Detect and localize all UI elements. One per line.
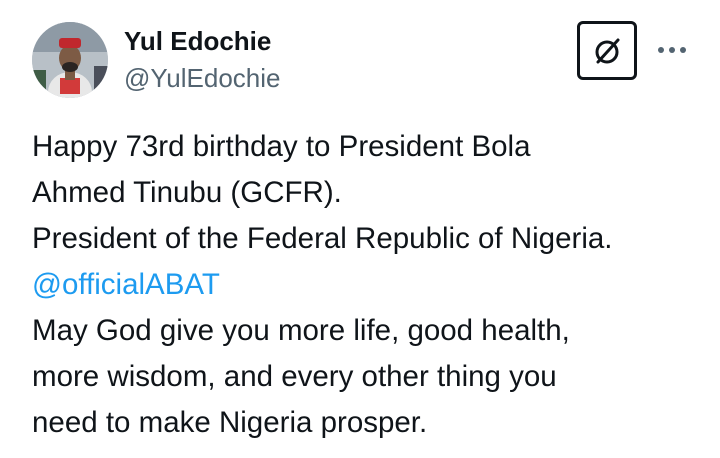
mention-link[interactable]: @officialABAT [32, 262, 702, 308]
tweet-text-line: May God give you more life, good health, [32, 314, 570, 347]
grok-button[interactable] [577, 21, 637, 80]
author-avatar[interactable] [32, 22, 108, 98]
more-horizontal-icon [658, 47, 686, 53]
more-options-button[interactable] [652, 36, 692, 64]
author-handle[interactable]: @YulEdochie [124, 63, 281, 93]
profile-photo-icon [32, 22, 108, 98]
tweet-text: Happy 73rd birthday to President Bola Ah… [32, 124, 702, 446]
tweet-text-line: more wisdom, and every other thing you [32, 360, 557, 393]
author-display-name[interactable]: Yul Edochie [124, 26, 271, 56]
tweet-card: Yul Edochie @YulEdochie Happy 73rd birth… [0, 0, 720, 458]
tweet-text-line: Happy 73rd birthday to President Bola [32, 130, 531, 163]
tweet-text-line: need to make Nigeria prosper. [32, 406, 428, 439]
tweet-text-line: Ahmed Tinubu (GCFR). [32, 176, 342, 209]
grok-icon [595, 38, 620, 63]
tweet-text-line: President of the Federal Republic of Nig… [32, 222, 613, 255]
